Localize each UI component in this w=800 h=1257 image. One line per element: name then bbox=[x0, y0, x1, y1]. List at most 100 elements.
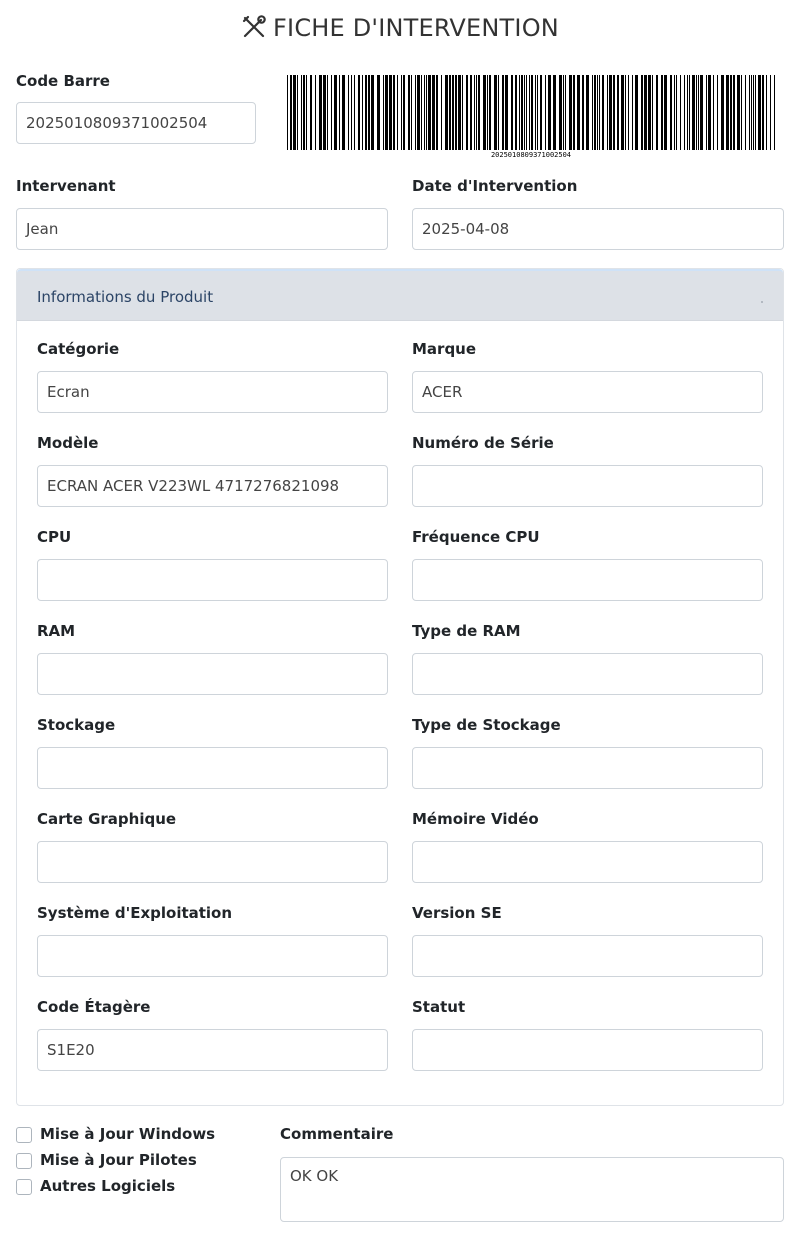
os-input[interactable] bbox=[37, 935, 388, 977]
barcode-bar bbox=[737, 75, 740, 150]
barcode-bar bbox=[452, 75, 454, 150]
barcode-bar bbox=[706, 75, 707, 150]
categorie-input[interactable]: Ecran bbox=[37, 371, 388, 413]
barcode-bar bbox=[417, 75, 420, 150]
barcode-bar bbox=[721, 75, 724, 150]
barcode-bar bbox=[717, 75, 718, 150]
barcode-bar bbox=[680, 75, 681, 150]
barcode-bar bbox=[319, 75, 322, 150]
collapse-indicator-icon bbox=[761, 301, 763, 303]
product-card-header[interactable]: Informations du Produit bbox=[17, 269, 783, 321]
marque-input[interactable]: ACER bbox=[412, 371, 763, 413]
drivers-update-label[interactable]: Mise à Jour Pilotes bbox=[40, 1151, 197, 1169]
barcode-bar bbox=[401, 75, 402, 150]
statut-select[interactable] bbox=[412, 1029, 763, 1071]
page-title: FICHE D'INTERVENTION bbox=[0, 14, 800, 42]
etagere-label: Code Étagère bbox=[37, 998, 151, 1016]
barcode-bar bbox=[563, 75, 564, 150]
ram-label: RAM bbox=[37, 622, 76, 640]
drivers-update-checkbox[interactable] bbox=[16, 1153, 32, 1169]
product-card-title: Informations du Produit bbox=[37, 288, 214, 306]
barcode-bar bbox=[597, 75, 598, 150]
other-software-checkbox[interactable] bbox=[16, 1179, 32, 1195]
barcode-bar bbox=[632, 75, 633, 150]
other-software-label[interactable]: Autres Logiciels bbox=[40, 1177, 175, 1195]
barcode-bar bbox=[489, 75, 491, 150]
barcode-bar bbox=[476, 75, 477, 150]
barcode-bar bbox=[515, 75, 517, 150]
barcode-bar bbox=[526, 75, 527, 150]
barcode-bar bbox=[358, 75, 360, 150]
barcode-bar bbox=[674, 75, 675, 150]
barcode-bar bbox=[474, 75, 475, 150]
ram-type-input[interactable] bbox=[412, 653, 763, 695]
barcode-bar bbox=[385, 75, 388, 150]
gpu-input[interactable] bbox=[37, 841, 388, 883]
freq-input[interactable] bbox=[412, 559, 763, 601]
barcode-bar bbox=[331, 75, 332, 150]
barcode-bar bbox=[455, 75, 457, 150]
barcode-bar bbox=[592, 75, 593, 150]
vram-label: Mémoire Vidéo bbox=[412, 810, 539, 828]
vram-input[interactable] bbox=[412, 841, 763, 883]
barcode-bar bbox=[315, 75, 316, 150]
barcode-bar bbox=[617, 75, 619, 150]
barcode-bar bbox=[397, 75, 398, 150]
gpu-label: Carte Graphique bbox=[37, 810, 177, 828]
code-barre-input[interactable]: 2025010809371002504 bbox=[16, 102, 256, 144]
barcode-bar bbox=[323, 75, 326, 150]
barcode-bar bbox=[599, 75, 600, 150]
modele-label: Modèle bbox=[37, 434, 99, 452]
barcode-bar bbox=[652, 75, 653, 150]
barcode-bar bbox=[428, 75, 431, 150]
date-label: Date d'Intervention bbox=[412, 177, 578, 195]
barcode-bar bbox=[577, 75, 580, 150]
barcode-bar bbox=[421, 75, 422, 150]
barcode-bar bbox=[470, 75, 472, 150]
barcode-bar bbox=[403, 75, 405, 150]
stockage-input[interactable] bbox=[37, 747, 388, 789]
barcode-bar bbox=[687, 75, 688, 150]
barcode-bar bbox=[521, 75, 523, 150]
barcode-bar bbox=[692, 75, 695, 150]
barcode-bar bbox=[327, 75, 328, 150]
barcode-bar bbox=[483, 75, 486, 150]
barcode-image bbox=[287, 75, 775, 150]
stockage-type-input[interactable] bbox=[412, 747, 763, 789]
barcode-bar bbox=[641, 75, 643, 150]
barcode-bar bbox=[424, 75, 425, 150]
etagere-input[interactable]: S1E20 bbox=[37, 1029, 388, 1071]
barcode-bar bbox=[478, 75, 480, 150]
barcode-bar bbox=[306, 75, 307, 150]
barcode-bar bbox=[762, 75, 764, 150]
ram-input[interactable] bbox=[37, 653, 388, 695]
barcode-bar bbox=[303, 75, 305, 150]
comment-textarea[interactable]: OK OK bbox=[280, 1157, 784, 1222]
tools-icon bbox=[242, 15, 266, 38]
os-version-input[interactable] bbox=[412, 935, 763, 977]
barcode-bar bbox=[553, 75, 556, 150]
barcode-bar bbox=[466, 75, 468, 150]
barcode-bar bbox=[529, 75, 530, 150]
barcode-bar bbox=[698, 75, 699, 150]
barcode-bar bbox=[609, 75, 612, 150]
cpu-input[interactable] bbox=[37, 559, 388, 601]
barcode-bar bbox=[700, 75, 703, 150]
barcode-bar bbox=[730, 75, 732, 150]
barcode-bar bbox=[713, 75, 714, 150]
barcode-bar bbox=[661, 75, 663, 150]
barcode-bar bbox=[594, 75, 596, 150]
date-input[interactable]: 2025-04-08 bbox=[412, 208, 784, 250]
barcode-bar bbox=[494, 75, 497, 150]
serie-input[interactable] bbox=[412, 465, 763, 507]
intervenant-input[interactable]: Jean bbox=[16, 208, 388, 250]
barcode-bar bbox=[531, 75, 533, 150]
barcode-bar bbox=[502, 75, 504, 150]
barcode-bar bbox=[733, 75, 735, 150]
barcode-bar bbox=[565, 75, 566, 150]
windows-update-label[interactable]: Mise à Jour Windows bbox=[40, 1125, 215, 1143]
freq-label: Fréquence CPU bbox=[412, 528, 540, 546]
windows-update-checkbox[interactable] bbox=[16, 1127, 32, 1143]
barcode-bar bbox=[753, 75, 754, 150]
modele-input[interactable]: ECRAN ACER V223WL 4717276821098 bbox=[37, 465, 388, 507]
